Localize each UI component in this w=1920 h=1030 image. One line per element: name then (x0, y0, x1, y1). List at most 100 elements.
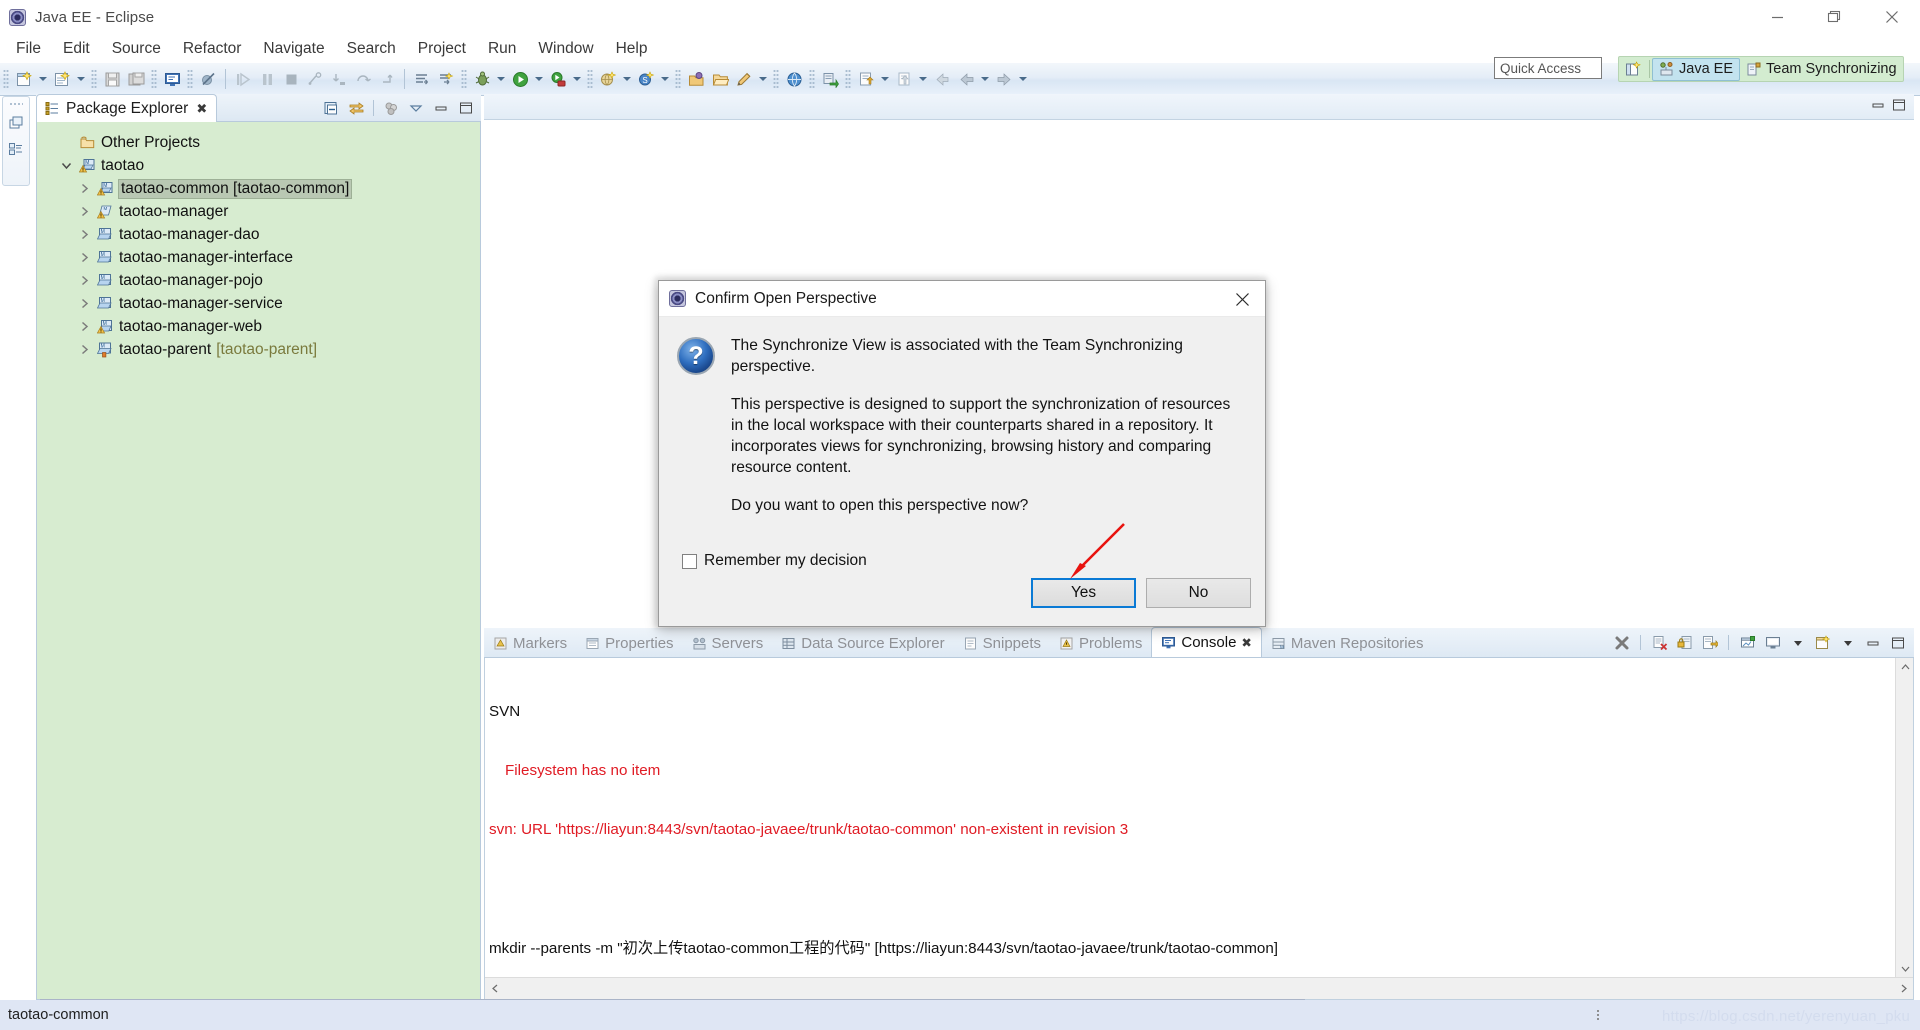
tree-item-taotao-manager-dao[interactable]: M taotao-manager-dao (37, 223, 480, 246)
scroll-down-icon[interactable] (1896, 959, 1913, 977)
debug-dropdown-icon[interactable] (494, 68, 508, 90)
new-server-icon[interactable] (596, 67, 620, 91)
twisty-collapsed-icon[interactable] (77, 227, 92, 242)
scroll-up-icon[interactable] (1896, 658, 1913, 676)
checkbox-box[interactable] (682, 553, 697, 569)
minimize-icon[interactable] (430, 97, 452, 119)
menu-refactor[interactable]: Refactor (172, 37, 253, 61)
package-explorer-fast-view-icon[interactable] (3, 136, 29, 162)
menu-edit[interactable]: Edit (52, 37, 101, 61)
toolbar-grip-8[interactable] (773, 69, 779, 89)
save-icon[interactable] (100, 67, 124, 91)
view-menu-icon[interactable] (380, 97, 402, 119)
forward-icon[interactable] (992, 67, 1016, 91)
menu-project[interactable]: Project (407, 37, 477, 61)
pin-console-icon[interactable] (1737, 632, 1758, 653)
tab-console[interactable]: Console ✖ (1151, 627, 1262, 657)
disconnect-icon[interactable] (303, 67, 327, 91)
maximize-icon[interactable] (455, 97, 477, 119)
display-selected-console-dropdown-icon[interactable] (1787, 632, 1808, 653)
open-console-icon[interactable] (1812, 632, 1833, 653)
minimize-icon[interactable] (1871, 98, 1885, 117)
toolbar-grip-5[interactable] (461, 69, 467, 89)
debug-icon[interactable] (470, 67, 494, 91)
toolbar-grip-10[interactable] (845, 69, 851, 89)
twisty-collapsed-icon[interactable] (77, 296, 92, 311)
remember-my-decision-checkbox[interactable]: Remember my decision (682, 552, 867, 570)
annotate-icon[interactable] (732, 67, 756, 91)
run-maven-build-icon[interactable] (818, 67, 842, 91)
export-dropdown-icon[interactable] (916, 68, 930, 90)
open-package-icon[interactable] (684, 67, 708, 91)
open-console-dropdown-icon[interactable] (1837, 632, 1858, 653)
back-history-icon[interactable] (930, 67, 954, 91)
twisty-collapsed-icon[interactable] (77, 250, 92, 265)
package-explorer-tree[interactable]: Other Projects M taotao M taotao-common … (36, 122, 481, 1000)
menu-run[interactable]: Run (477, 37, 527, 61)
back-icon[interactable] (954, 67, 978, 91)
export-icon[interactable] (892, 67, 916, 91)
tree-item-taotao-manager-service[interactable]: M taotao-manager-service (37, 292, 480, 315)
search-icon[interactable] (434, 67, 458, 91)
restore-view-icon[interactable] (3, 110, 29, 136)
show-console-on-output-icon[interactable] (1699, 632, 1720, 653)
new-server-dropdown-icon[interactable] (620, 68, 634, 90)
minimize-icon[interactable] (1749, 0, 1806, 34)
toolbar-grip-7[interactable] (675, 69, 681, 89)
clear-console-icon[interactable] (1649, 632, 1670, 653)
open-perspective-icon[interactable] (1619, 57, 1647, 81)
svn-icon[interactable]: S (634, 67, 658, 91)
quick-access-input[interactable]: Quick Access (1494, 57, 1602, 79)
toolbar-grip-9[interactable] (809, 69, 815, 89)
resume-icon[interactable] (231, 67, 255, 91)
console-view-icon[interactable] (160, 67, 184, 91)
view-menu-chevron-down-icon[interactable] (405, 97, 427, 119)
menu-window[interactable]: Window (527, 37, 604, 61)
step-into-icon[interactable] (327, 67, 351, 91)
scroll-left-icon[interactable] (485, 979, 505, 999)
suspend-icon[interactable] (255, 67, 279, 91)
menu-navigate[interactable]: Navigate (252, 37, 335, 61)
new-project-dropdown-icon[interactable] (74, 68, 88, 90)
menu-help[interactable]: Help (605, 37, 659, 61)
open-folder-icon[interactable] (708, 67, 732, 91)
tree-item-other-projects[interactable]: Other Projects (37, 131, 480, 154)
tree-item-taotao-parent[interactable]: M taotao-parent [taotao-parent] (37, 338, 480, 361)
run-external-tools-icon[interactable] (546, 67, 570, 91)
status-resize-grip[interactable] (1596, 1009, 1600, 1021)
tab-servers[interactable]: Servers (683, 630, 773, 657)
toolbar-grip-3[interactable] (151, 69, 157, 89)
tree-item-taotao-manager-interface[interactable]: M taotao-manager-interface (37, 246, 480, 269)
terminate-toolbar-icon[interactable] (279, 67, 303, 91)
back-dropdown-icon[interactable] (978, 68, 992, 90)
link-with-editor-icon[interactable] (345, 97, 367, 119)
perspective-java-ee[interactable]: Java EE (1652, 57, 1740, 81)
run-icon[interactable] (508, 67, 532, 91)
yes-button[interactable]: Yes (1031, 578, 1136, 608)
fast-view-grip[interactable] (9, 102, 23, 106)
twisty-expanded-icon[interactable] (59, 158, 74, 173)
forward-dropdown-icon[interactable] (1016, 68, 1030, 90)
tree-item-taotao-common[interactable]: M taotao-common [taotao-common] (37, 177, 480, 200)
tab-maven-repositories[interactable]: M Maven Repositories (1262, 630, 1433, 657)
toolbar-grip-6[interactable] (587, 69, 593, 89)
run-external-tools-dropdown-icon[interactable] (570, 68, 584, 90)
toolbar-grip-4[interactable] (187, 69, 193, 89)
tree-item-taotao-manager[interactable]: M taotao-manager (37, 200, 480, 223)
maximize-icon[interactable] (1887, 632, 1908, 653)
twisty-collapsed-icon[interactable] (77, 204, 92, 219)
run-dropdown-icon[interactable] (532, 68, 546, 90)
terminate-icon[interactable] (1611, 632, 1632, 653)
new-wizard-dropdown-icon[interactable] (36, 68, 50, 90)
svn-dropdown-icon[interactable] (658, 68, 672, 90)
save-all-icon[interactable] (124, 67, 148, 91)
tree-item-taotao-manager-pojo[interactable]: M taotao-manager-pojo (37, 269, 480, 292)
close-icon[interactable]: ✖ (1241, 635, 1251, 650)
tab-problems[interactable]: Problems (1050, 630, 1151, 657)
minimize-icon[interactable] (1862, 632, 1883, 653)
twisty-collapsed-icon[interactable] (77, 273, 92, 288)
console-vertical-scrollbar[interactable] (1895, 658, 1913, 977)
tab-snippets[interactable]: Snippets (954, 630, 1050, 657)
close-icon[interactable]: ✖ (196, 101, 207, 117)
skip-breakpoints-icon[interactable] (196, 67, 220, 91)
